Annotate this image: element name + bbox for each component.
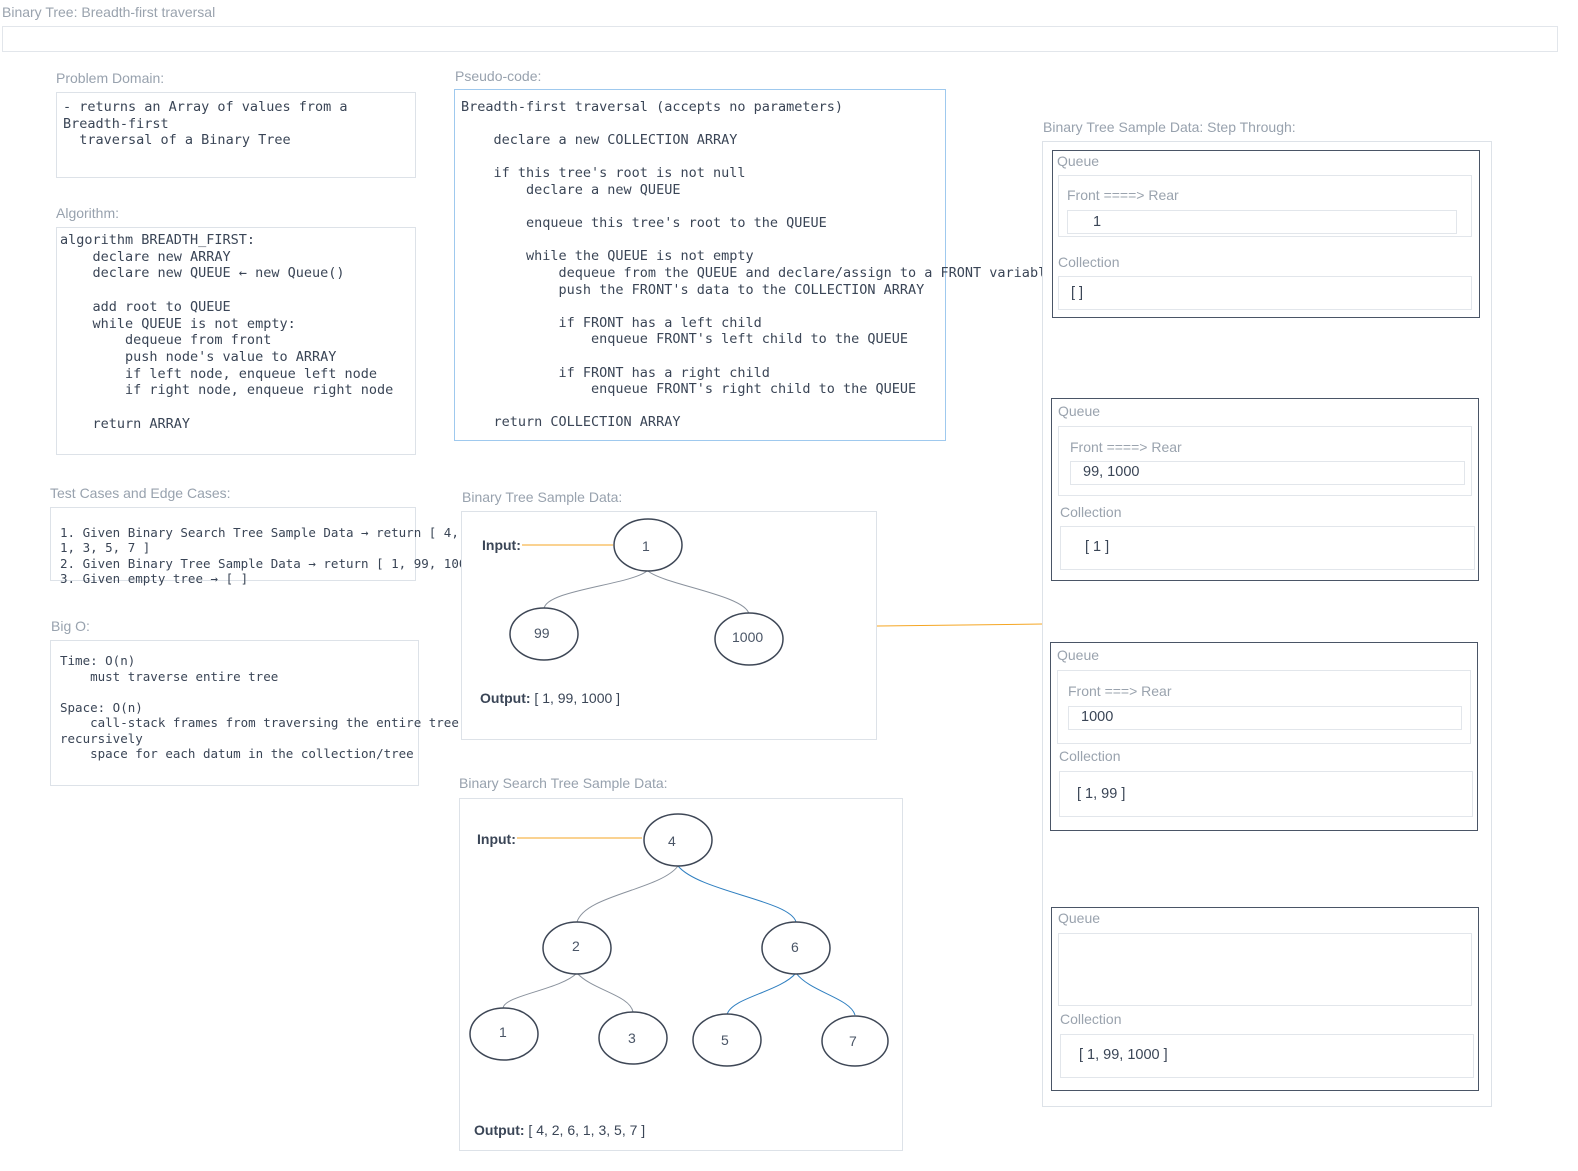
step-2-collection-label: Collection	[1060, 504, 1122, 520]
step-3-collection-label: Collection	[1059, 748, 1121, 764]
step-3-frame: Queue Front ===> Rear 1000 Collection [ …	[1050, 642, 1478, 831]
step-2-queue-panel: Front ====> Rear 99, 1000	[1058, 426, 1472, 496]
bst-edge-6-5	[726, 972, 797, 1016]
bst-edge-6-7	[795, 972, 856, 1016]
step-through-label: Binary Tree Sample Data: Step Through:	[1043, 119, 1296, 135]
bst-node-4	[643, 813, 713, 867]
step-4-queue-field	[1069, 968, 1463, 992]
step-2-collection-field: [ 1 ]	[1060, 526, 1475, 570]
bst-node-3-text: 3	[628, 1030, 636, 1046]
step-2-front-rear: Front ====> Rear	[1070, 439, 1182, 455]
bst-node-7-text: 7	[849, 1033, 857, 1049]
bst-node-2-text: 2	[572, 938, 580, 954]
step-1-frame: Queue Front ====> Rear 1 Collection [ ]	[1052, 150, 1480, 318]
bst-edge-4-6	[677, 865, 797, 923]
step-3-queue-panel: Front ===> Rear 1000	[1057, 670, 1471, 744]
bst-node-1-text: 1	[499, 1024, 507, 1040]
step-1-queue-field: 1	[1067, 210, 1457, 234]
bt-edge-root-right	[647, 570, 750, 615]
step-4-collection-field: [ 1, 99, 1000 ]	[1060, 1034, 1474, 1078]
step-2-frame: Queue Front ====> Rear 99, 1000 Collecti…	[1051, 398, 1479, 581]
step-3-queue-field: 1000	[1068, 706, 1462, 730]
step-1-collection-label: Collection	[1058, 254, 1120, 270]
step-3-queue-label: Queue	[1057, 647, 1100, 663]
bst-output-label: Output:	[474, 1122, 525, 1138]
bst-edge-2-1	[502, 972, 578, 1009]
bst-output-value: [ 4, 2, 6, 1, 3, 5, 7 ]	[524, 1122, 646, 1138]
step-1-collection-field: [ ]	[1058, 276, 1472, 310]
bst-sample-label: Binary Search Tree Sample Data:	[459, 775, 668, 791]
bt-node-left-text: 99	[534, 625, 550, 641]
step-1-queue-panel: Front ====> Rear 1	[1058, 175, 1472, 237]
bt-to-stepthrough-connector	[876, 623, 1044, 627]
step-4-collection-label: Collection	[1060, 1011, 1122, 1027]
step-3-collection-field: [ 1, 99 ]	[1059, 771, 1473, 817]
bt-node-root-text: 1	[642, 538, 650, 554]
bst-output: Output: [ 4, 2, 6, 1, 3, 5, 7 ]	[474, 1122, 645, 1138]
bt-edge-root-left	[543, 570, 648, 610]
step-1-front-rear: Front ====> Rear	[1067, 187, 1179, 203]
step-4-queue-label: Queue	[1058, 910, 1101, 926]
step-2-queue-field: 99, 1000	[1070, 461, 1465, 485]
step-4-queue-panel	[1058, 933, 1472, 1006]
step-1-queue-label: Queue	[1057, 153, 1100, 169]
bst-edge-2-3	[576, 972, 634, 1013]
bst-node-5-text: 5	[721, 1032, 729, 1048]
step-2-queue-label: Queue	[1058, 403, 1101, 419]
step-4-frame: Queue Collection [ 1, 99, 1000 ]	[1051, 907, 1479, 1091]
step-3-front-rear: Front ===> Rear	[1068, 683, 1172, 699]
bst-edge-4-2	[576, 865, 679, 923]
bst-node-4-text: 4	[668, 833, 676, 849]
bst-node-6-text: 6	[791, 939, 799, 955]
bst-input-label: Input:	[477, 831, 516, 847]
bt-node-right-text: 1000	[732, 629, 763, 645]
